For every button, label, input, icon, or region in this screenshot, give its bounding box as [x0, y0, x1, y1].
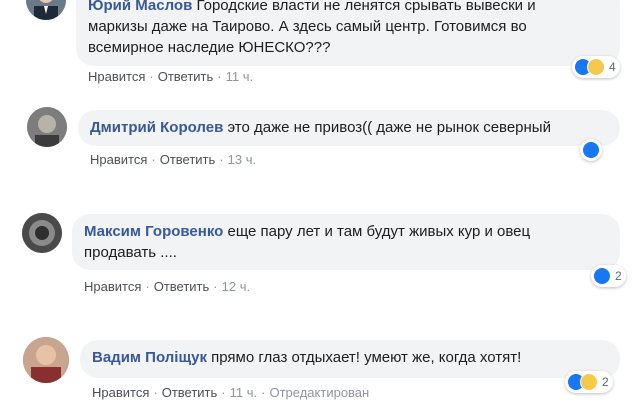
separator-dot: · — [213, 279, 218, 294]
reactions-summary[interactable] — [580, 139, 602, 161]
separator-dot: · — [217, 69, 222, 84]
comment-text: всемирное наследие ЮНЕСКО??? — [88, 39, 331, 56]
like-link[interactable]: Нравится — [84, 279, 141, 294]
comment-text: продавать .... — [84, 244, 177, 261]
reaction-count: 2 — [602, 375, 609, 389]
comment-text: прямо глаз отдыхает! умеют же, когда хот… — [211, 349, 522, 366]
person-avatar-icon — [26, 0, 66, 20]
separator-dot: · — [221, 385, 226, 400]
avatar[interactable] — [27, 107, 67, 147]
reply-link[interactable]: Ответить — [158, 69, 214, 84]
comment-actions: Нравится · Ответить · 11 ч. · Отредактирован — [92, 385, 369, 400]
separator-dot: · — [149, 69, 154, 84]
comment-actions: Нравится · Ответить · 13 ч. — [90, 152, 256, 167]
comment-text: Городские власти не ленятся срывать выве… — [196, 0, 536, 14]
comment-actions: Нравится · Ответить · 11 ч. — [88, 69, 253, 84]
comment-bubble: Вадим Поліщук прямо глаз отдыхает! умеют… — [80, 340, 620, 378]
edited-label[interactable]: Отредактирован — [269, 385, 369, 400]
haha-icon — [580, 373, 598, 391]
separator-dot: · — [219, 152, 224, 167]
reply-link[interactable]: Ответить — [160, 152, 216, 167]
comment-author[interactable]: Юрий Маслов — [88, 0, 192, 14]
haha-icon — [587, 58, 605, 76]
comment-author[interactable]: Вадим Поліщук — [92, 349, 207, 366]
comment-time[interactable]: 12 ч. — [222, 279, 250, 294]
like-icon — [582, 141, 600, 159]
comment-author[interactable]: Дмитрий Королев — [90, 119, 223, 136]
person-avatar-icon — [22, 213, 62, 253]
reply-link[interactable]: Ответить — [154, 279, 210, 294]
like-link[interactable]: Нравится — [90, 152, 147, 167]
comment-actions: Нравится · Ответить · 12 ч. — [84, 279, 250, 294]
separator-dot: · — [153, 385, 158, 400]
like-icon — [593, 267, 611, 285]
comment-bubble: Дмитрий Королев это даже не привоз(( даж… — [78, 110, 620, 146]
avatar[interactable] — [26, 0, 66, 20]
avatar[interactable] — [22, 213, 62, 253]
comment-text: еще пару лет и там будут живых кур и ове… — [227, 223, 531, 240]
comment-bubble: Максим Горовенко еще пару лет и там буду… — [72, 214, 620, 270]
reactions-summary[interactable]: 2 — [565, 371, 613, 393]
comment-text: это даже не привоз(( даже не рынок север… — [227, 119, 551, 136]
reactions-summary[interactable]: 4 — [572, 56, 620, 78]
comment-time[interactable]: 11 ч. — [226, 69, 254, 84]
comment-text: маркизы даже на Таирово. А здесь самый ц… — [88, 18, 527, 35]
separator-dot: · — [151, 152, 156, 167]
reply-link[interactable]: Ответить — [162, 385, 218, 400]
like-link[interactable]: Нравится — [92, 385, 149, 400]
comment-time[interactable]: 13 ч. — [228, 152, 256, 167]
person-avatar-icon — [27, 107, 67, 147]
separator-dot: · — [261, 385, 266, 400]
separator-dot: · — [145, 279, 150, 294]
reactions-summary[interactable]: 2 — [591, 265, 626, 287]
comment-time[interactable]: 11 ч. — [230, 385, 258, 400]
comment-author[interactable]: Максим Горовенко — [84, 223, 223, 240]
avatar[interactable] — [23, 337, 69, 383]
like-link[interactable]: Нравится — [88, 69, 145, 84]
comment-bubble: Юрий Маслов Городские власти не ленятся … — [76, 0, 620, 66]
reaction-count: 4 — [609, 60, 616, 74]
person-avatar-icon — [23, 337, 69, 383]
reaction-count: 2 — [615, 269, 622, 283]
